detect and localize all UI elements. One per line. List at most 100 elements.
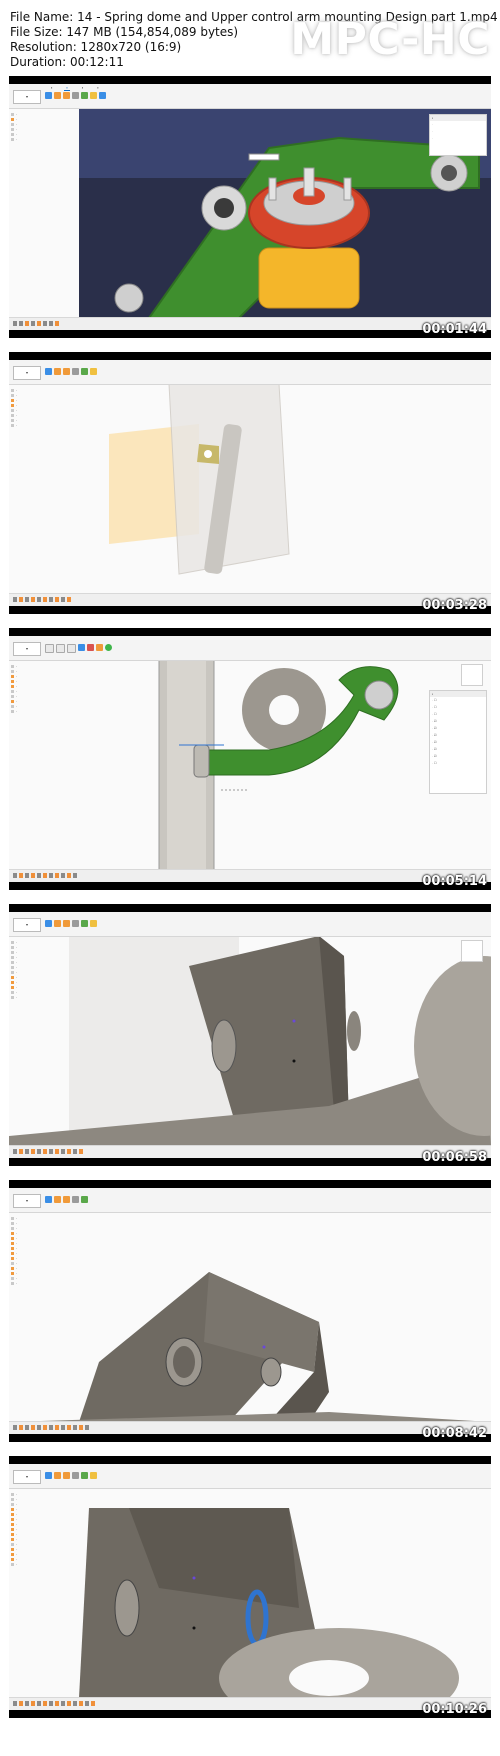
toolbar: ▾ <box>9 1464 491 1489</box>
extrude-icon[interactable] <box>54 1472 61 1479</box>
sketch-icon[interactable] <box>45 1472 52 1479</box>
frame-5: ▾ · · · · · · · · · · · · · · 00:08:42 <box>9 1180 491 1442</box>
viewcube[interactable] <box>461 664 483 686</box>
tab-active[interactable]: ▪ <box>64 85 70 91</box>
timeline[interactable] <box>13 321 59 326</box>
browser-panel: · · · · · · · · · · · · · · <box>11 1216 81 1396</box>
viewport-3d[interactable] <box>9 108 491 318</box>
revolve-icon[interactable] <box>63 1196 70 1203</box>
viewport-3d[interactable] <box>9 660 491 870</box>
toolbar: ▾ ▪ ▪ ▪ ▪ <box>9 84 491 109</box>
viewport-3d[interactable] <box>9 1488 491 1698</box>
workspace-switcher[interactable]: ▾ <box>13 918 41 932</box>
assemble-icon[interactable] <box>81 1196 88 1203</box>
modify-icon[interactable] <box>72 368 79 375</box>
construct-icon[interactable] <box>90 1472 97 1479</box>
app-screen: ▾ · · · · · · · · · · · · · · <box>9 1188 491 1434</box>
browser-panel: · · · · · · · · <box>11 388 81 568</box>
modify-icon[interactable] <box>72 1196 79 1203</box>
toolbar-tabs: ▪ ▪ ▪ ▪ <box>49 85 101 91</box>
sketch-icon[interactable] <box>45 920 52 927</box>
toolbar-icons <box>45 644 112 653</box>
timeline-bar <box>9 869 491 882</box>
workspace-switcher[interactable]: ▾ <box>13 90 41 104</box>
timestamp: 00:01:44 <box>422 322 487 337</box>
viewcube[interactable] <box>461 940 483 962</box>
timestamp: 00:08:42 <box>422 1426 487 1441</box>
assemble-icon[interactable] <box>81 1472 88 1479</box>
app-screen: ▾ · · · · · · · · · · ▪ · ☐ · ☐ · ☐ · ☑ · ☑ · ☑ · … <box>9 636 491 882</box>
toolbar-icons <box>45 920 97 927</box>
extrude-icon[interactable] <box>54 1196 61 1203</box>
revolve-icon[interactable] <box>63 920 70 927</box>
constraint-icon[interactable] <box>78 644 85 651</box>
timeline[interactable] <box>13 1425 89 1430</box>
sketch-icon[interactable] <box>45 1196 52 1203</box>
toolbar-icons <box>45 92 106 99</box>
timestamp: 00:03:28 <box>422 598 487 613</box>
assemble-icon[interactable] <box>81 920 88 927</box>
workspace-switcher[interactable]: ▾ <box>13 1470 41 1484</box>
frame-6: ▾ · · · · · · · · · · · · · · · 00:10:26 <box>9 1456 491 1718</box>
timeline-bar <box>9 1421 491 1434</box>
offset-icon[interactable] <box>96 644 103 651</box>
finish-sketch-icon[interactable] <box>105 644 112 651</box>
revolve-icon[interactable] <box>63 368 70 375</box>
workspace-switcher[interactable]: ▾ <box>13 1194 41 1208</box>
browser-panel: · · · · · · · · · · <box>11 664 81 844</box>
toolbar: ▾ <box>9 636 491 661</box>
assemble-icon[interactable] <box>81 368 88 375</box>
frame-4: ▾ · · · · · · · · · · · · 00:06:58 <box>9 904 491 1166</box>
timeline-bar <box>9 1697 491 1710</box>
line-icon[interactable] <box>45 644 54 653</box>
frame-2: ▾ · · · · · · · · 00:03:28 <box>9 352 491 614</box>
sketch-palette[interactable]: ▪ · ☐ · ☐ · ☐ · ☑ · ☑ · ☑ · ☑ · ☑ · ☑ · ☐ <box>429 690 487 794</box>
modify-icon[interactable] <box>72 920 79 927</box>
extrude-icon[interactable] <box>54 920 61 927</box>
timeline[interactable] <box>13 1149 83 1154</box>
timeline[interactable] <box>13 873 77 878</box>
frame-1: ▾ ▪ ▪ ▪ ▪ · · · · · · ▪ · · · 00:01:44 <box>9 76 491 338</box>
extrude-icon[interactable] <box>54 368 61 375</box>
inspect-icon[interactable] <box>99 92 106 99</box>
timestamp: 00:05:14 <box>422 874 487 889</box>
trim-icon[interactable] <box>87 644 94 651</box>
timeline-bar <box>9 1145 491 1158</box>
circle-icon[interactable] <box>67 644 76 653</box>
tab[interactable]: ▪ <box>95 85 100 91</box>
tab[interactable]: ▪ <box>49 85 54 91</box>
browser-panel: · · · · · · · · · · · · <box>11 940 81 1120</box>
toolbar-icons <box>45 1472 97 1479</box>
timestamp: 00:06:58 <box>422 1150 487 1165</box>
sketch-icon[interactable] <box>45 368 52 375</box>
construct-icon[interactable] <box>90 92 97 99</box>
viewport-3d[interactable] <box>9 1212 491 1422</box>
app-screen: ▾ · · · · · · · · · · · · · · · <box>9 1464 491 1710</box>
modify-icon[interactable] <box>72 92 79 99</box>
browser-panel: · · · · · · · · · · · · · · · <box>11 1492 81 1672</box>
assemble-icon[interactable] <box>81 92 88 99</box>
app-screen: ▾ · · · · · · · · · · · · <box>9 912 491 1158</box>
sketch-icon[interactable] <box>45 92 52 99</box>
rectangle-icon[interactable] <box>56 644 65 653</box>
tab[interactable]: ▪ <box>80 85 85 91</box>
toolbar: ▾ <box>9 1188 491 1213</box>
workspace-switcher[interactable]: ▾ <box>13 366 41 380</box>
revolve-icon[interactable] <box>63 92 70 99</box>
revolve-icon[interactable] <box>63 1472 70 1479</box>
dialog-panel[interactable]: ▪ · · · <box>429 114 487 156</box>
modify-icon[interactable] <box>72 1472 79 1479</box>
timeline[interactable] <box>13 597 71 602</box>
workspace-switcher[interactable]: ▾ <box>13 642 41 656</box>
construct-icon[interactable] <box>90 920 97 927</box>
brand-watermark: MPC-HC <box>290 14 490 65</box>
extrude-icon[interactable] <box>54 92 61 99</box>
construct-icon[interactable] <box>90 368 97 375</box>
timeline-bar <box>9 317 491 330</box>
toolbar: ▾ <box>9 912 491 937</box>
browser-panel: · · · · · · <box>11 112 81 292</box>
viewport-3d[interactable] <box>9 936 491 1146</box>
viewport-3d[interactable] <box>9 384 491 594</box>
toolbar: ▾ <box>9 360 491 385</box>
timeline[interactable] <box>13 1701 95 1706</box>
